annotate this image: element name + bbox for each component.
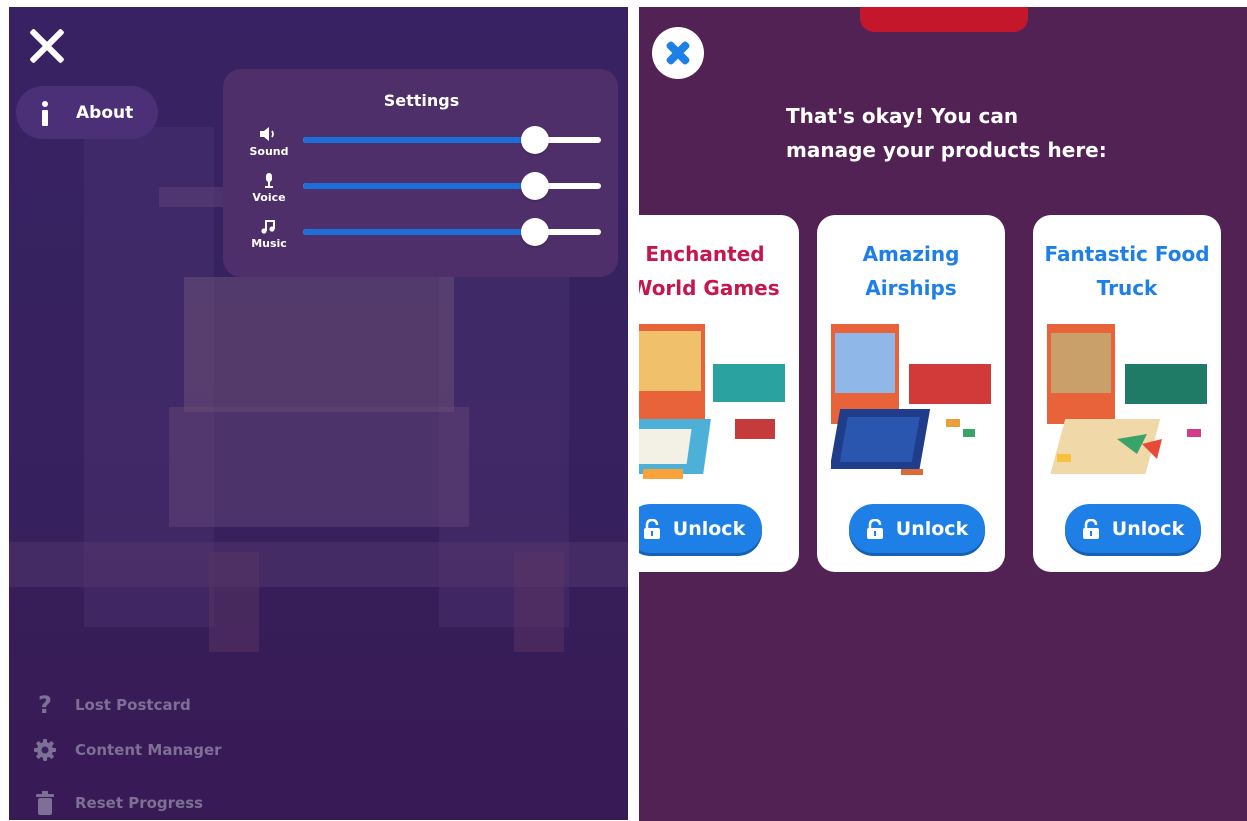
product-title-line-1: Fantastic Food	[1044, 242, 1210, 266]
sound-label: Sound	[249, 145, 289, 158]
unlock-label: Unlock	[895, 517, 969, 540]
product-image	[831, 324, 991, 475]
top-tab	[860, 7, 1028, 32]
speaker-icon	[260, 127, 274, 141]
lost-postcard-button[interactable]: ? Lost Postcard	[33, 693, 191, 717]
voice-slider[interactable]	[303, 172, 601, 200]
sound-slider[interactable]	[303, 126, 601, 154]
close-icon[interactable]	[27, 26, 67, 66]
unlock-label: Unlock	[1111, 517, 1185, 540]
lost-postcard-label: Lost Postcard	[75, 696, 191, 714]
voice-label: Voice	[252, 191, 286, 204]
heading: That's okay! You can manage your product…	[786, 99, 1166, 167]
sound-slider-knob[interactable]	[521, 126, 550, 154]
music-note-icon	[261, 220, 275, 234]
unlock-label: Unlock	[672, 517, 746, 540]
product-title-line-2: World Games	[639, 276, 780, 300]
content-manager-screen: That's okay! You can manage your product…	[639, 7, 1247, 821]
music-label: Music	[251, 237, 287, 250]
music-slider[interactable]	[303, 218, 601, 246]
heading-line-1: That's okay! You can	[786, 104, 1019, 128]
music-slider-row: Music	[245, 218, 605, 263]
reset-progress-label: Reset Progress	[75, 794, 204, 812]
question-mark-icon: ?	[38, 691, 52, 719]
unlock-button[interactable]: Unlock	[849, 504, 985, 553]
product-card-enchanted-world-games: Enchanted World Games Unlock	[639, 215, 799, 572]
reset-progress-button[interactable]: Reset Progress	[33, 791, 203, 815]
unlock-button[interactable]: Unlock	[1065, 504, 1201, 553]
product-title-line-1: Amazing	[862, 242, 960, 266]
gear-icon	[33, 738, 57, 762]
product-title-line-2: Airships	[865, 276, 957, 300]
product-title-line-1: Enchanted	[645, 242, 765, 266]
close-icon[interactable]	[652, 27, 704, 79]
product-title: Amazing Airships	[817, 237, 1005, 305]
voice-slider-row: Voice	[245, 172, 605, 217]
lock-icon	[866, 518, 883, 539]
product-title: Enchanted World Games	[639, 237, 799, 305]
music-slider-fill	[303, 229, 536, 235]
product-card-amazing-airships: Amazing Airships Unlock	[817, 215, 1005, 572]
settings-title: Settings	[383, 91, 460, 110]
settings-screen: About Settings Sound Voice Music ? Lost …	[9, 7, 628, 820]
content-manager-label: Content Manager	[75, 741, 222, 759]
info-icon	[40, 100, 50, 126]
product-title-line-2: Truck	[1096, 276, 1158, 300]
heading-line-2: manage your products here:	[786, 138, 1107, 162]
sound-slider-fill	[303, 137, 536, 143]
product-card-fantastic-food-truck: Fantastic Food Truck Unlock	[1033, 215, 1221, 572]
settings-panel: Settings Sound Voice Music	[223, 69, 618, 277]
lock-icon	[643, 518, 660, 539]
content-manager-button[interactable]: Content Manager	[33, 738, 222, 762]
trash-icon	[33, 791, 57, 815]
music-slider-knob[interactable]	[521, 218, 550, 246]
sound-slider-row: Sound	[245, 126, 605, 171]
product-image	[1047, 324, 1207, 474]
voice-slider-knob[interactable]	[521, 172, 550, 200]
unlock-button[interactable]: Unlock	[639, 504, 762, 553]
about-label: About	[76, 102, 134, 123]
product-image	[639, 324, 785, 479]
about-button[interactable]: About	[16, 86, 158, 139]
product-title: Fantastic Food Truck	[1033, 237, 1221, 305]
microphone-icon	[265, 173, 273, 188]
voice-slider-fill	[303, 183, 536, 189]
lock-icon	[1082, 518, 1099, 539]
